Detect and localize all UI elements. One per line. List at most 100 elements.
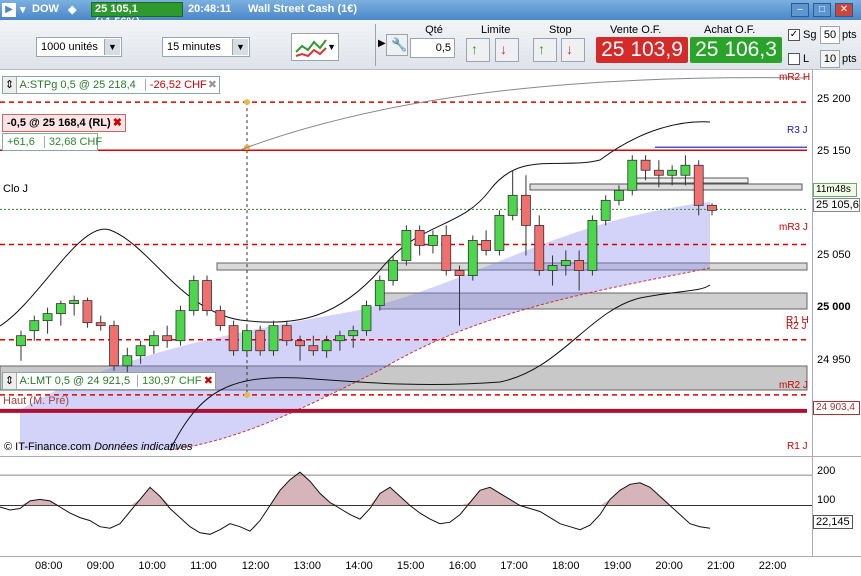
menu-arrow-icon[interactable]: ▶	[2, 3, 16, 17]
oscillator-canvas[interactable]	[0, 457, 812, 557]
candle-body	[215, 310, 226, 327]
last-price-badge: 25 105,6	[813, 198, 860, 212]
sg-input[interactable]: 50	[820, 26, 840, 44]
sell-price-button[interactable]: 25 103,9	[596, 37, 688, 63]
buy-price-button[interactable]: 25 106,3	[690, 37, 782, 63]
x-tick: 15:00	[396, 560, 425, 572]
candle-body	[295, 340, 305, 347]
dropdown-icon[interactable]: ▾	[20, 3, 26, 16]
chart-indicator-icon	[295, 39, 327, 58]
sg-label: Sg	[803, 29, 817, 41]
candle-body	[614, 189, 624, 201]
x-tick: 10:00	[138, 560, 166, 572]
sell-limit-button[interactable]: ↓	[495, 38, 519, 62]
buy-limit-icon: ↑	[471, 41, 478, 57]
candle-body	[29, 320, 40, 332]
y-tick: 25 200	[817, 93, 851, 105]
haut-line	[0, 408, 807, 413]
time-axis[interactable]: 08:00 09:00 10:00 11:00 12:00 13:00 14:00 15:00…	[0, 556, 861, 576]
chart-type-button[interactable]: ▼	[291, 33, 339, 61]
candle-body	[148, 335, 159, 347]
stop-order-tag[interactable]: ⇕ A:STPg 0,5 @ 25 218,4 -26,52 CHF ✖	[2, 76, 220, 94]
candle-body	[374, 280, 385, 307]
position-tag[interactable]: -0,5 @ 25 168,4 (RL) ✖	[2, 114, 126, 132]
limit-order-tag[interactable]: ⇕ A:LMT 0,5 @ 24 921,5 130,97 CHF ✖	[2, 372, 216, 390]
qte-value: 0,5	[435, 42, 451, 54]
instrument-arrow-icon[interactable]: ◆	[68, 3, 76, 16]
achat-label: Achat O.F.	[704, 24, 756, 36]
price-axis[interactable]: 25 200 25 150 11m48s 25 105,6 25 050 25 …	[812, 70, 861, 456]
y-tick: 25 000	[817, 301, 851, 313]
x-tick: 16:00	[448, 560, 477, 572]
y-tick: 24 950	[817, 354, 851, 366]
candle-body	[587, 219, 598, 271]
live-quote: 25 105,1 (+1,56%)	[91, 2, 183, 28]
sell-limit-icon: ↓	[500, 41, 507, 57]
x-tick: 19:00	[603, 560, 632, 572]
buy-stop-button[interactable]: ↑	[533, 38, 557, 62]
qte-input[interactable]: 0,5	[410, 38, 455, 58]
candle-body	[693, 164, 704, 206]
buy-stop-icon: ↑	[538, 41, 545, 57]
clock-time: 20:48:11	[188, 3, 232, 15]
watermark-note: Données indicatives	[94, 441, 193, 453]
cancel-stop-icon[interactable]: ✖	[208, 77, 217, 93]
interval-select[interactable]: 15 minutes ▼	[162, 37, 250, 57]
candle-body	[188, 280, 199, 312]
wrench-icon: 🔧	[391, 37, 408, 52]
collapse-arrow-icon[interactable]: ▶	[378, 38, 386, 49]
candle-body	[507, 194, 518, 216]
l-unit: pts	[842, 53, 857, 65]
x-tick: 11:00	[190, 560, 217, 572]
candle-body	[268, 325, 279, 352]
clo-label: Clo J	[3, 183, 29, 195]
toolbar: 1000 unités ▼ 15 minutes ▼ ▼ ▶ 🔧 Qté 0,5…	[0, 20, 861, 70]
level-mr2j: mR2 J	[779, 380, 808, 391]
watermark-site: © IT-Finance.com	[4, 441, 91, 453]
candle-body	[680, 164, 691, 176]
candle-body	[441, 235, 452, 271]
units-select[interactable]: 1000 unités ▼	[36, 37, 122, 57]
x-tick: 22:00	[758, 560, 787, 572]
minimize-button[interactable]: –	[791, 3, 809, 17]
candle-body	[494, 214, 505, 251]
sell-stop-button[interactable]: ↓	[561, 38, 585, 62]
candle-body	[109, 325, 119, 367]
l-checkbox[interactable]	[788, 53, 800, 65]
buy-limit-button[interactable]: ↑	[466, 38, 490, 62]
candle-body	[321, 340, 332, 352]
close-position-icon[interactable]: ✖	[113, 115, 122, 131]
candle-body	[388, 260, 398, 281]
close-button[interactable]: ✕	[835, 3, 853, 17]
candle-body	[428, 235, 438, 246]
candle-body	[361, 305, 372, 332]
candle-body	[600, 199, 611, 221]
maximize-button[interactable]: □	[813, 3, 831, 17]
candle-body	[202, 280, 212, 312]
candle-body	[69, 300, 80, 305]
units-value: 1000 unités	[41, 41, 98, 53]
x-tick: 14:00	[345, 560, 373, 572]
candle-body	[640, 159, 651, 171]
order-arrow-icon: ⇕	[3, 373, 17, 389]
oscillator-panel[interactable]	[0, 456, 812, 556]
price-chart[interactable]: ⇕ A:STPg 0,5 @ 25 218,4 -26,52 CHF ✖ -0,…	[0, 70, 812, 456]
l-label: L	[803, 53, 810, 65]
candle-body	[335, 335, 345, 342]
sg-unit: pts	[842, 29, 857, 41]
candle-body	[521, 194, 531, 226]
settings-wrench-button[interactable]: 🔧	[386, 34, 408, 56]
candle-body	[255, 330, 266, 352]
qte-label: Qté	[425, 24, 443, 36]
osc-line	[0, 471, 711, 535]
limit-order-pnl: 130,97 CHF	[137, 375, 202, 387]
sg-checkbox[interactable]: ✓	[788, 29, 800, 41]
candle-body	[122, 355, 133, 367]
candle-body	[414, 230, 425, 246]
candle-body	[481, 240, 491, 251]
candle-body	[627, 159, 638, 191]
l-input[interactable]: 10	[820, 50, 840, 68]
level-r1j: R1 J	[787, 441, 808, 452]
cancel-limit-icon[interactable]: ✖	[204, 373, 213, 389]
candle-body	[42, 313, 53, 322]
